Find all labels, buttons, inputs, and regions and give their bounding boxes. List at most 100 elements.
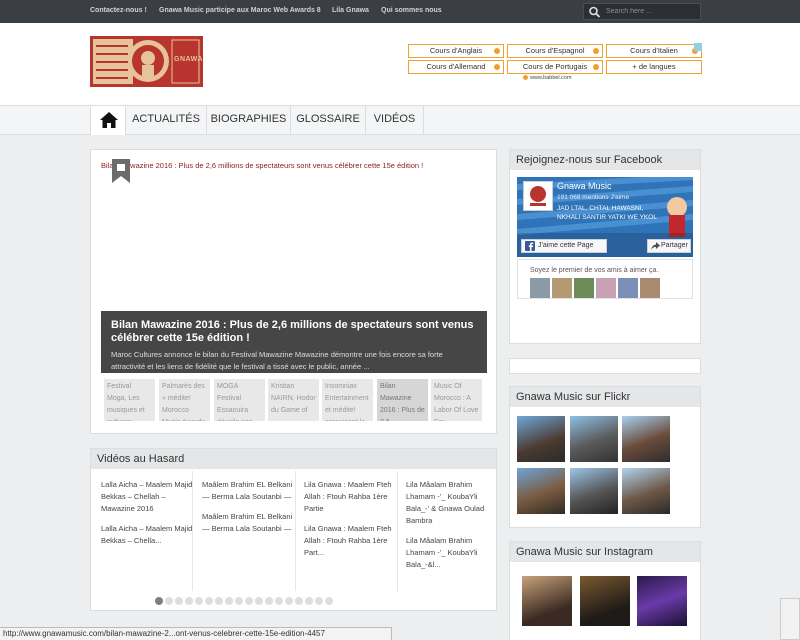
video-link[interactable]: Lila Gnawa : Maalem Fteh Allah : Ftouh R… xyxy=(304,479,397,515)
facebook-share-label: Partager xyxy=(661,242,688,249)
featured-caption[interactable]: Bilan Mawazine 2016 : Plus de 2,6 millio… xyxy=(101,311,487,373)
pager-dot[interactable] xyxy=(235,597,243,605)
nav-item-biographies[interactable]: BIOGRAPHIES xyxy=(207,106,291,135)
video-link[interactable]: Lila Mâalam Brahim Lhamam -'_ KoubaYli B… xyxy=(406,535,499,571)
site-logo[interactable]: GNAWA xyxy=(90,36,203,87)
ad-button-spanish[interactable]: Cours d'Espagnol xyxy=(507,44,603,58)
flickr-photo[interactable] xyxy=(622,468,670,514)
home-icon xyxy=(100,112,118,128)
pager-dot[interactable] xyxy=(185,597,193,605)
search-input[interactable] xyxy=(606,5,698,18)
pager-dot[interactable] xyxy=(305,597,313,605)
facebook-widget-title: Rejoignez-nous sur Facebook xyxy=(510,150,700,170)
nav-home[interactable] xyxy=(90,106,126,135)
facebook-like-label: J'aime cette Page xyxy=(538,242,594,249)
facebook-friends: Soyez le premier de vos amis à aimer ça. xyxy=(517,259,693,299)
ad-credit[interactable]: www.babbel.com xyxy=(523,75,572,81)
flickr-widget-title: Gnawa Music sur Flickr xyxy=(510,387,700,407)
facebook-like-button[interactable]: J'aime cette Page xyxy=(521,239,607,253)
facebook-page-name[interactable]: Gnawa Music xyxy=(557,181,612,191)
ad-button-german[interactable]: Cours d'Allemand xyxy=(408,60,504,74)
nav-item-glossaire[interactable]: GLOSSAIRE xyxy=(291,106,366,135)
video-link[interactable]: Lila Gnawa : Maalem Fteh Allah : Ftouh R… xyxy=(304,523,397,559)
facebook-page-plugin[interactable]: Gnawa Music 191 068 mentions J'aime JAD … xyxy=(517,177,693,257)
top-link-awards[interactable]: Gnawa Music participe aux Maroc Web Awar… xyxy=(159,7,321,14)
pager-dot[interactable] xyxy=(285,597,293,605)
flickr-photo[interactable] xyxy=(570,416,618,462)
video-link[interactable]: Maâlem Brahim EL Belkani — Berma Lala So… xyxy=(202,511,295,535)
top-link-contact[interactable]: Contactez-nous ! xyxy=(90,7,147,14)
facebook-widget: Rejoignez-nous sur Facebook Gnawa Music … xyxy=(509,149,701,344)
flickr-photo[interactable] xyxy=(517,468,565,514)
flickr-photo[interactable] xyxy=(517,416,565,462)
empty-widget xyxy=(509,358,701,374)
arrow-icon xyxy=(494,48,500,54)
facebook-share-button[interactable]: Partager xyxy=(647,239,691,253)
ad-button-more-languages[interactable]: + de langues xyxy=(606,60,702,74)
pager-dot[interactable] xyxy=(175,597,183,605)
featured-caption-title[interactable]: Bilan Mawazine 2016 : Plus de 2,6 millio… xyxy=(111,319,477,345)
site-header: GNAWA Cours d'Anglais Cours d'Espagnol C… xyxy=(0,23,800,105)
bookmark-icon xyxy=(112,159,130,183)
slider-thumb[interactable]: MOGA Festival Essaouira dévoile son xyxy=(214,379,265,421)
instagram-photo[interactable] xyxy=(637,576,687,626)
ad-button-english-label: Cours d'Anglais xyxy=(429,46,483,55)
avatar[interactable] xyxy=(618,278,638,298)
slider-thumb[interactable]: Music Of Morocco : A Labor Of Love For xyxy=(431,379,482,421)
ad-button-portuguese-label: Cours de Portugais xyxy=(522,62,588,71)
video-link[interactable]: Maâlem Brahim EL Belkani — Berma Lala So… xyxy=(202,479,295,503)
avatar[interactable] xyxy=(530,278,550,298)
instagram-photo[interactable] xyxy=(580,576,630,626)
ad-button-italian[interactable]: Cours d'Italien xyxy=(606,44,702,58)
search-icon[interactable] xyxy=(588,6,602,18)
top-link-about[interactable]: Qui sommes nous xyxy=(381,7,442,14)
facebook-page-avatar[interactable] xyxy=(523,181,553,211)
instagram-photo[interactable] xyxy=(522,576,572,626)
video-link[interactable]: Lalla Aicha – Maalem Majid Bekkas – Chel… xyxy=(101,479,194,515)
nav-item-actualites[interactable]: ACTUALITÉS xyxy=(126,106,207,135)
pager-dot[interactable] xyxy=(205,597,213,605)
pager-dot[interactable] xyxy=(325,597,333,605)
top-link-lila-gnawa[interactable]: Lila Gnawa xyxy=(332,7,369,14)
flickr-photo[interactable] xyxy=(622,416,670,462)
pager-dot[interactable] xyxy=(165,597,173,605)
flickr-widget: Gnawa Music sur Flickr xyxy=(509,386,701,528)
video-link[interactable]: Lalla Aicha – Maalem Majid Bekkas – Chel… xyxy=(101,523,194,547)
slider-thumb[interactable]: Palmarès des « médite! Morocco Music Awa… xyxy=(159,379,210,421)
nav-item-videos[interactable]: VIDÉOS xyxy=(366,106,424,135)
pager-dot[interactable] xyxy=(195,597,203,605)
pager-dot[interactable] xyxy=(275,597,283,605)
arrow-icon xyxy=(494,64,500,70)
pager-dot[interactable] xyxy=(265,597,273,605)
slider-thumb[interactable]: Festival Moga, Les musiques et cultures xyxy=(104,379,155,421)
avatar[interactable] xyxy=(552,278,572,298)
pager-dot[interactable] xyxy=(295,597,303,605)
instagram-widget-title: Gnawa Music sur Instagram xyxy=(510,542,700,562)
flickr-photo[interactable] xyxy=(570,468,618,514)
pager-dot[interactable] xyxy=(215,597,223,605)
ad-button-german-label: Cours d'Allemand xyxy=(426,62,486,71)
ad-button-english[interactable]: Cours d'Anglais xyxy=(408,44,504,58)
scroll-to-top-button[interactable] xyxy=(780,598,800,640)
page-avatar-image xyxy=(524,182,552,210)
ad-button-spanish-label: Cours d'Espagnol xyxy=(525,46,585,55)
pager-dot[interactable] xyxy=(245,597,253,605)
ad-button-portuguese[interactable]: Cours de Portugais xyxy=(507,60,603,74)
avatar[interactable] xyxy=(596,278,616,298)
avatar[interactable] xyxy=(640,278,660,298)
slider-thumb[interactable]: Kristian NAIRN, Hodor du Game of xyxy=(268,379,319,421)
facebook-friends-text: Soyez le premier de vos amis à aimer ça. xyxy=(530,267,659,274)
pager-dot[interactable] xyxy=(255,597,263,605)
pager-dot[interactable] xyxy=(315,597,323,605)
share-icon xyxy=(651,242,660,250)
slider-thumb[interactable]: Insomniax Entertainment et médite! organ… xyxy=(322,379,373,421)
avatar[interactable] xyxy=(574,278,594,298)
pager-dot[interactable] xyxy=(225,597,233,605)
random-videos: Vidéos au Hasard Lalla Aicha – Maalem Ma… xyxy=(90,448,497,611)
featured-headline-link[interactable]: Bilan Mawazine 2016 : Plus de 2,6 millio… xyxy=(101,161,423,170)
slider-thumb-active[interactable]: Bilan Mawazine 2016 : Plus de 2,6 xyxy=(377,379,428,421)
video-link[interactable]: Lila Mâalam Brahim Lhamam -'_ KoubaYli B… xyxy=(406,479,499,527)
adchoices-icon[interactable] xyxy=(694,43,702,51)
pager-dot-active[interactable] xyxy=(155,597,163,605)
nav-item-biographies-label: BIOGRAPHIES xyxy=(210,113,287,125)
